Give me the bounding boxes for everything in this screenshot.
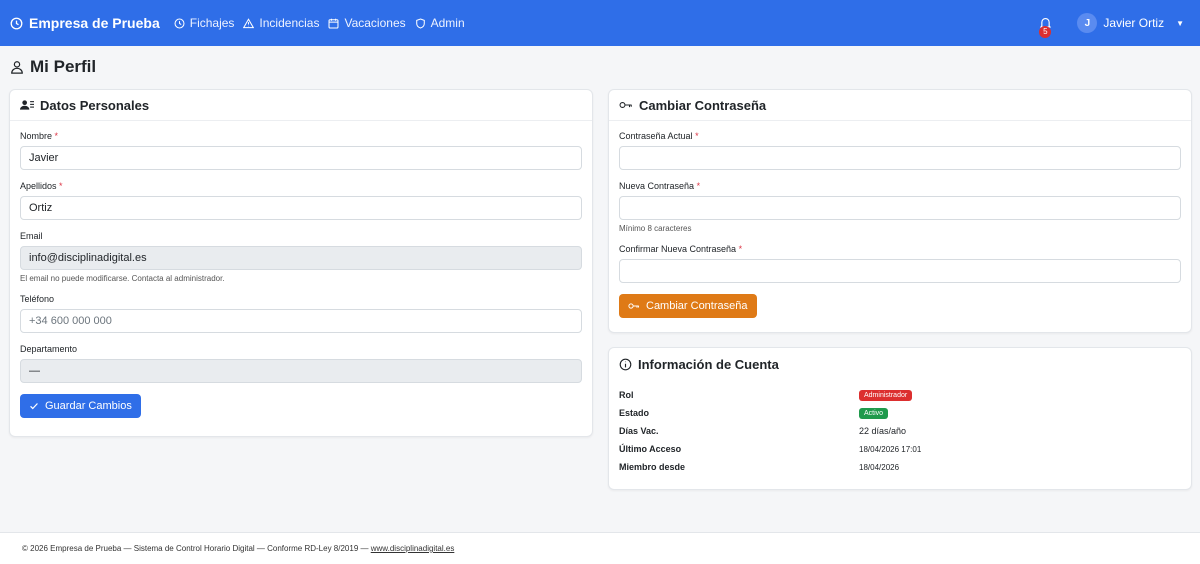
check-icon xyxy=(29,401,39,411)
current-password-label: Contraseña Actual * xyxy=(619,131,699,141)
dias-label: Días Vac. xyxy=(619,426,659,436)
nav-fichajes-label: Fichajes xyxy=(189,16,235,30)
miembro-value: 18/04/2026 xyxy=(859,462,900,472)
nav-vacaciones-label: Vacaciones xyxy=(344,16,406,30)
rol-label: Rol xyxy=(619,390,634,400)
nav-admin-label: Admin xyxy=(430,16,465,30)
telefono-placeholder: +34 600 000 000 xyxy=(29,315,112,327)
telefono-label: Teléfono xyxy=(20,294,55,304)
nombre-label: Nombre * xyxy=(20,131,59,141)
change-password-button[interactable]: Cambiar Contraseña xyxy=(619,294,757,318)
acceso-label: Último Acceso xyxy=(619,444,682,454)
role-badge: Administrador xyxy=(859,389,913,401)
account-info-card: Información de Cuenta Rol Administrador … xyxy=(608,347,1192,490)
info-row-estado: Estado Activo xyxy=(619,404,1181,422)
page-title: Mi Perfil xyxy=(10,57,96,77)
warning-icon xyxy=(243,17,255,29)
apellidos-label: Apellidos * xyxy=(20,181,63,191)
telefono-field[interactable]: +34 600 000 000 xyxy=(20,309,582,333)
email-field: info@disciplinadigital.es xyxy=(20,246,582,270)
personal-data-card: Datos Personales Nombre * Javier Apellid… xyxy=(9,89,593,437)
chevron-down-icon: ▼ xyxy=(1176,18,1184,28)
user-menu[interactable]: J Javier Ortiz ▼ xyxy=(1077,13,1184,33)
info-icon xyxy=(619,358,632,371)
account-info-header: Información de Cuenta xyxy=(609,348,1191,381)
change-password-card: Cambiar Contraseña Contraseña Actual * N… xyxy=(608,89,1192,333)
page-title-text: Mi Perfil xyxy=(30,57,97,76)
user-icon xyxy=(10,60,24,74)
email-label: Email xyxy=(20,231,43,241)
top-navbar: Empresa de Prueba Fichajes Incidencias V… xyxy=(0,0,1200,46)
email-help-text: El email no puede modificarse. Contacta … xyxy=(20,274,225,283)
calendar-icon xyxy=(328,18,339,29)
change-password-header: Cambiar Contraseña xyxy=(609,90,1191,121)
brand-link[interactable]: Empresa de Prueba xyxy=(10,15,160,31)
apellidos-field[interactable]: Ortiz xyxy=(20,196,582,220)
nav-incidencias[interactable]: Incidencias xyxy=(243,16,319,30)
info-row-acceso: Último Acceso 18/04/2026 17:01 xyxy=(619,440,1181,458)
nav-vacaciones[interactable]: Vacaciones xyxy=(328,16,406,30)
new-password-label: Nueva Contraseña * xyxy=(619,181,701,191)
avatar: J xyxy=(1077,13,1098,33)
info-row-dias: Días Vac. 22 días/año xyxy=(619,422,1181,440)
shield-icon xyxy=(415,17,426,29)
user-card-icon xyxy=(20,99,34,111)
acceso-value: 18/04/2026 17:01 xyxy=(859,444,922,454)
current-password-field[interactable] xyxy=(619,146,1181,170)
key-icon xyxy=(619,100,633,110)
status-badge: Activo xyxy=(859,407,889,419)
key-icon xyxy=(628,302,640,310)
footer-link[interactable]: www.disciplinadigital.es xyxy=(371,544,455,553)
confirm-password-field[interactable] xyxy=(619,259,1181,283)
info-row-rol: Rol Administrador xyxy=(619,386,1181,404)
save-button[interactable]: Guardar Cambios xyxy=(20,394,141,418)
brand-name: Empresa de Prueba xyxy=(29,15,160,31)
footer: © 2026 Empresa de Prueba — Sistema de Co… xyxy=(0,532,1200,564)
departamento-field: — xyxy=(20,359,582,383)
confirm-password-label: Confirmar Nueva Contraseña * xyxy=(619,244,743,254)
miembro-label: Miembro desde xyxy=(619,462,686,472)
new-password-help: Mínimo 8 caracteres xyxy=(619,224,692,233)
nav-fichajes[interactable]: Fichajes xyxy=(174,16,235,30)
dias-value: 22 días/año xyxy=(859,426,907,436)
change-password-button-label: Cambiar Contraseña xyxy=(646,300,748,312)
info-row-miembro: Miembro desde 18/04/2026 xyxy=(619,458,1181,476)
estado-label: Estado xyxy=(619,408,650,418)
nav-admin[interactable]: Admin xyxy=(415,16,465,30)
change-password-title: Cambiar Contraseña xyxy=(639,97,767,113)
nav-incidencias-label: Incidencias xyxy=(259,16,320,30)
clock-icon xyxy=(10,17,23,30)
clock-icon xyxy=(174,18,185,29)
account-info-title: Información de Cuenta xyxy=(638,357,779,372)
notifications-badge: 5 xyxy=(1039,26,1052,38)
personal-data-header: Datos Personales xyxy=(10,90,592,121)
user-name: Javier Ortiz xyxy=(1103,16,1165,30)
save-button-label: Guardar Cambios xyxy=(45,400,132,412)
footer-text: © 2026 Empresa de Prueba — Sistema de Co… xyxy=(22,544,369,553)
notifications-button[interactable]: 5 xyxy=(1031,8,1059,38)
new-password-field[interactable] xyxy=(619,196,1181,220)
personal-data-title: Datos Personales xyxy=(40,97,150,113)
departamento-label: Departamento xyxy=(20,344,78,354)
nombre-field[interactable]: Javier xyxy=(20,146,582,170)
